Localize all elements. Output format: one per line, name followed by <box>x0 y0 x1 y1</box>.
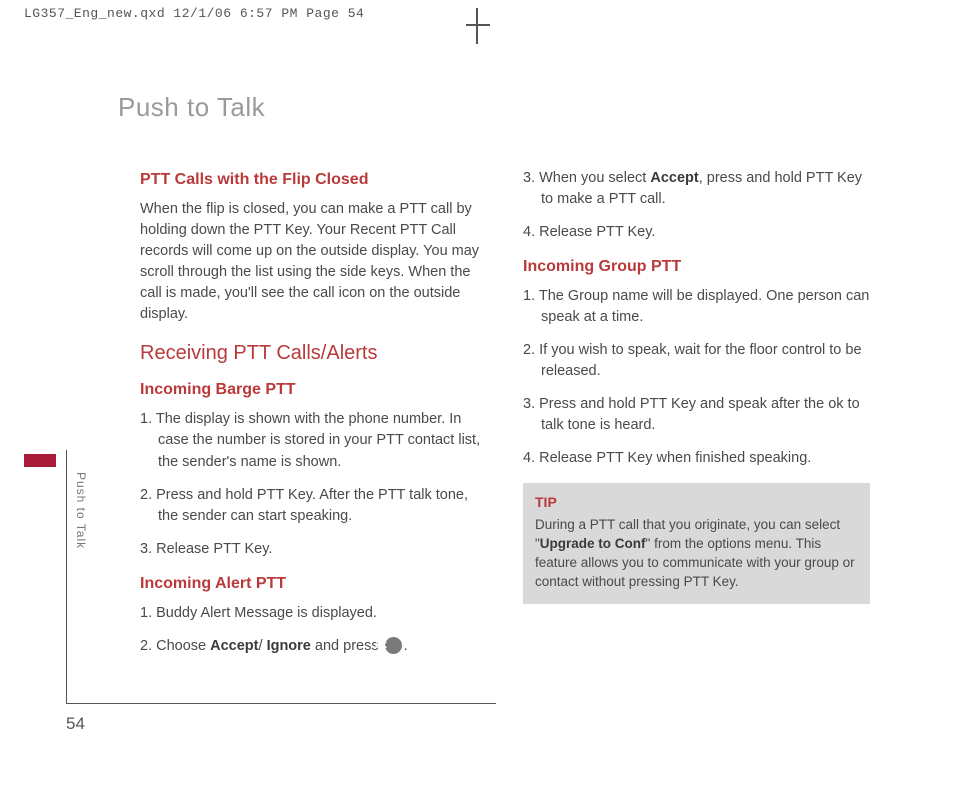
bold-text: Accept <box>650 170 698 186</box>
step-item: 2. If you wish to speak, wait for the fl… <box>523 340 870 382</box>
step-item: 4. Release PTT Key. <box>523 222 870 243</box>
horizontal-rule <box>66 703 496 704</box>
step-item: 3. Press and hold PTT Key and speak afte… <box>523 394 870 436</box>
step-item: 2. Choose Accept/ Ignore and press OK. <box>140 636 487 657</box>
left-column: PTT Calls with the Flip Closed When the … <box>140 168 487 669</box>
text-fragment: 2. Choose <box>140 638 210 654</box>
heading-ptt-flip: PTT Calls with the Flip Closed <box>140 168 487 191</box>
text-fragment: . <box>404 638 408 654</box>
heading-receiving: Receiving PTT Calls/Alerts <box>140 339 487 368</box>
content-columns: PTT Calls with the Flip Closed When the … <box>140 168 870 669</box>
tip-box: TIP During a PTT call that you originate… <box>523 483 870 603</box>
step-item: 1. The Group name will be displayed. One… <box>523 286 870 328</box>
side-accent-bar <box>24 454 56 467</box>
step-item: 3. Release PTT Key. <box>140 539 487 560</box>
bold-text: Ignore <box>267 638 311 654</box>
tip-body: During a PTT call that you originate, yo… <box>535 516 858 592</box>
side-section-label: Push to Talk <box>74 472 88 549</box>
text-fragment: 3. When you select <box>523 170 650 186</box>
heading-incoming-alert: Incoming Alert PTT <box>140 572 487 595</box>
step-item: 2. Press and hold PTT Key. After the PTT… <box>140 485 487 527</box>
crop-mark-icon <box>458 10 498 50</box>
text-fragment: / <box>259 638 267 654</box>
heading-incoming-barge: Incoming Barge PTT <box>140 378 487 401</box>
ok-button-icon: OK <box>385 637 402 654</box>
bold-text: Accept <box>210 638 258 654</box>
vertical-rule <box>66 450 67 704</box>
tip-title: TIP <box>535 493 858 513</box>
step-item: 1. Buddy Alert Message is displayed. <box>140 603 487 624</box>
step-item: 4. Release PTT Key when finished speakin… <box>523 448 870 469</box>
right-column: 3. When you select Accept, press and hol… <box>523 168 870 669</box>
chapter-title: Push to Talk <box>118 92 265 123</box>
step-item: 1. The display is shown with the phone n… <box>140 409 487 472</box>
step-item: 3. When you select Accept, press and hol… <box>523 168 870 210</box>
bold-text: Upgrade to Conf <box>540 536 646 551</box>
text-fragment: and press <box>311 638 383 654</box>
prepress-header: LG357_Eng_new.qxd 12/1/06 6:57 PM Page 5… <box>24 6 364 21</box>
heading-incoming-group: Incoming Group PTT <box>523 255 870 278</box>
paragraph: When the flip is closed, you can make a … <box>140 199 487 325</box>
page-number: 54 <box>66 714 85 734</box>
